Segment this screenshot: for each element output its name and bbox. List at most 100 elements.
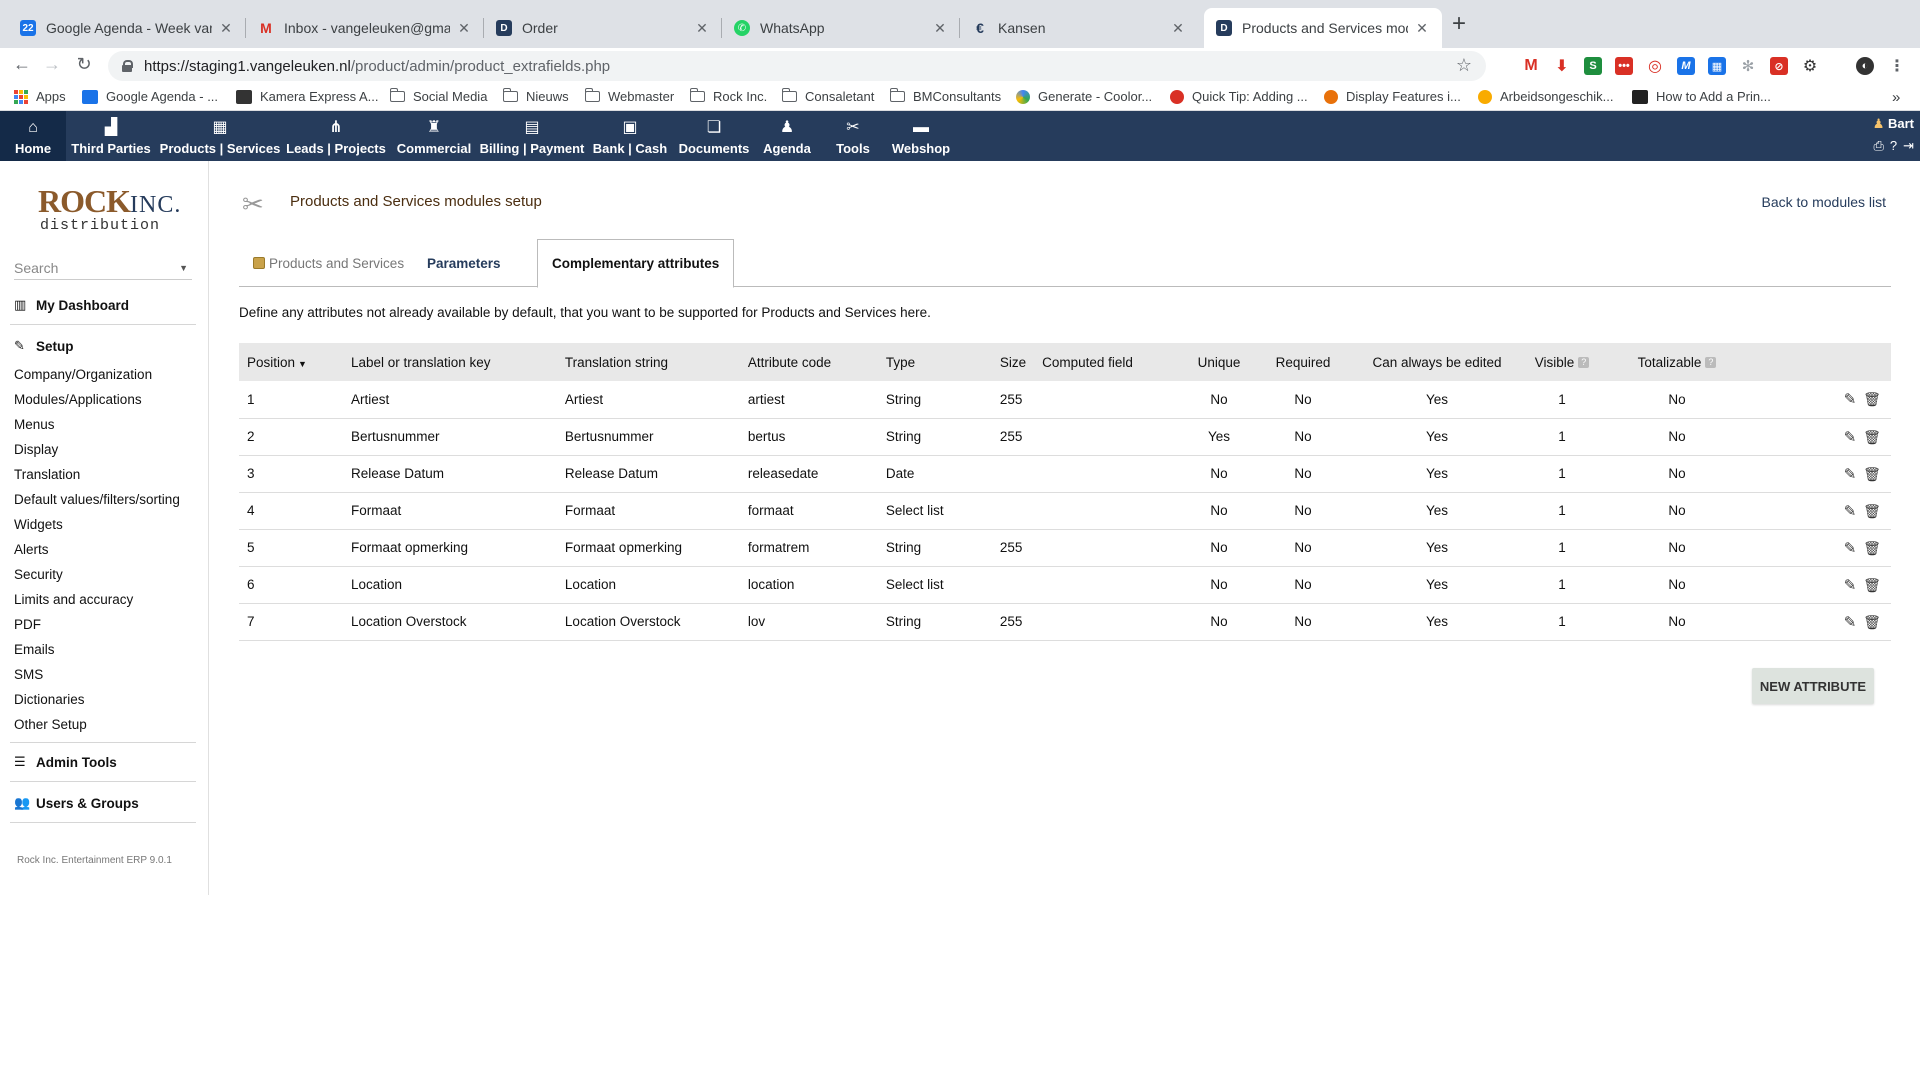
sidebar-item-menus[interactable]: Menus bbox=[14, 417, 55, 432]
close-icon[interactable]: ✕ bbox=[694, 20, 710, 37]
sidebar-item-display[interactable]: Display bbox=[14, 442, 58, 457]
bookmark-rock-inc[interactable]: Rock Inc. bbox=[690, 88, 767, 104]
sidebar-item-dictionaries[interactable]: Dictionaries bbox=[14, 692, 85, 707]
trash-delete-icon[interactable]: 🗑 bbox=[1861, 466, 1883, 483]
bookmark-social-media[interactable]: Social Media bbox=[390, 88, 487, 104]
back-arrow-icon[interactable]: ← bbox=[10, 54, 34, 75]
trash-delete-icon[interactable]: 🗑 bbox=[1861, 391, 1883, 408]
menu-agenda[interactable]: ♟ Agenda bbox=[758, 111, 816, 161]
bookmark-google-agenda[interactable]: Google Agenda - ... bbox=[82, 89, 218, 104]
menu-webshop[interactable]: ▬ Webshop bbox=[888, 111, 954, 161]
tab-parameters[interactable]: Parameters bbox=[413, 239, 515, 287]
sidebar-item-sms[interactable]: SMS bbox=[14, 667, 43, 682]
close-icon[interactable]: ✕ bbox=[456, 20, 472, 37]
sidebar-item-pdf[interactable]: PDF bbox=[14, 617, 41, 632]
browser-tab-google-agenda[interactable]: 22 Google Agenda - Week van 18 ✕ bbox=[8, 8, 246, 48]
menu-documents[interactable]: ❏ Documents bbox=[676, 111, 752, 161]
bookmarks-overflow-button[interactable]: » bbox=[1892, 89, 1900, 106]
trash-delete-icon[interactable]: 🗑 bbox=[1861, 540, 1883, 557]
bookmark-webmaster[interactable]: Webmaster bbox=[585, 88, 674, 104]
gear-extension-icon[interactable]: ⚙ bbox=[1801, 57, 1819, 75]
browser-menu-icon[interactable]: ⋮ bbox=[1888, 57, 1906, 75]
download-extension-icon[interactable]: ⬇ bbox=[1553, 57, 1571, 75]
browser-tab-inbox[interactable]: M Inbox - vangeleuken@gmail.co ✕ bbox=[246, 8, 484, 48]
menu-home[interactable]: ⌂ Home bbox=[0, 111, 66, 161]
tab-products-services[interactable]: Products and Services bbox=[239, 239, 418, 287]
bookmark-apps[interactable]: Apps bbox=[14, 89, 66, 104]
bookmark-how-to-add[interactable]: How to Add a Prin... bbox=[1632, 89, 1771, 104]
tab-complementary-attributes[interactable]: Complementary attributes bbox=[537, 239, 735, 288]
pencil-edit-icon[interactable]: ✎ bbox=[1839, 502, 1861, 520]
trash-delete-icon[interactable]: 🗑 bbox=[1861, 577, 1883, 594]
bookmark-bmconsultants[interactable]: BMConsultants bbox=[890, 88, 1001, 104]
bookmark-quick-tip[interactable]: Quick Tip: Adding ... bbox=[1170, 89, 1308, 104]
gmail-extension-icon[interactable]: M bbox=[1522, 57, 1540, 75]
sidebar-item-emails[interactable]: Emails bbox=[14, 642, 55, 657]
bookmark-kamera-express[interactable]: Kamera Express A... bbox=[236, 89, 379, 104]
pencil-edit-icon[interactable]: ✎ bbox=[1839, 428, 1861, 446]
back-to-modules-link[interactable]: Back to modules list bbox=[1762, 194, 1887, 210]
sidebar-item-security[interactable]: Security bbox=[14, 567, 63, 582]
calendar-extension-icon[interactable]: ▦ bbox=[1708, 57, 1726, 75]
browser-tab-whatsapp[interactable]: ✆ WhatsApp ✕ bbox=[722, 8, 960, 48]
pencil-edit-icon[interactable]: ✎ bbox=[1839, 539, 1861, 557]
help-icon[interactable]: ? bbox=[1890, 138, 1897, 154]
sidebar-users-groups[interactable]: 👥 Users & Groups bbox=[14, 795, 139, 811]
col-editable[interactable]: Can always be edited bbox=[1352, 343, 1523, 381]
sidebar-item-company[interactable]: Company/Organization bbox=[14, 367, 152, 382]
col-label[interactable]: Label or translation key bbox=[342, 343, 557, 381]
bookmark-consaletant[interactable]: Consaletant bbox=[782, 88, 874, 104]
company-logo[interactable]: ROCKINC. distribution bbox=[38, 185, 180, 233]
s-extension-icon[interactable]: S bbox=[1584, 57, 1602, 75]
trash-delete-icon[interactable]: 🗑 bbox=[1861, 503, 1883, 520]
pencil-edit-icon[interactable]: ✎ bbox=[1839, 613, 1861, 631]
col-unique[interactable]: Unique bbox=[1184, 343, 1255, 381]
logout-icon[interactable]: ⇥ bbox=[1903, 138, 1914, 154]
lifebuoy-extension-icon[interactable]: ◎ bbox=[1646, 57, 1664, 75]
browser-tab-products-services[interactable]: D Products and Services module ✕ bbox=[1204, 8, 1442, 48]
reload-icon[interactable]: ↻ bbox=[72, 54, 96, 75]
menu-products-services[interactable]: ▦ Products | Services bbox=[160, 111, 281, 161]
forward-arrow-icon[interactable]: → bbox=[40, 54, 64, 75]
col-totalizable[interactable]: Totalizable? bbox=[1602, 343, 1752, 381]
lastpass-extension-icon[interactable]: ••• bbox=[1615, 57, 1633, 75]
snowflake-extension-icon[interactable]: ✻ bbox=[1739, 57, 1757, 75]
bookmark-arbeid[interactable]: Arbeidsongeschik... bbox=[1478, 89, 1613, 104]
user-menu[interactable]: ♟ Bart bbox=[1873, 116, 1914, 132]
new-tab-button[interactable]: + bbox=[1452, 10, 1466, 38]
sidebar-admin-tools[interactable]: ☰ Admin Tools bbox=[14, 754, 117, 770]
sidebar-item-modules[interactable]: Modules/Applications bbox=[14, 392, 142, 407]
sidebar-item-translation[interactable]: Translation bbox=[14, 467, 80, 482]
menu-commercial[interactable]: ♜ Commercial bbox=[394, 111, 474, 161]
menu-leads-projects[interactable]: ⋔ Leads | Projects bbox=[286, 111, 386, 161]
close-icon[interactable]: ✕ bbox=[932, 20, 948, 37]
url-field[interactable]: https://staging1.vangeleuken.nl/product/… bbox=[108, 51, 1486, 81]
menu-billing-payment[interactable]: ▤ Billing | Payment bbox=[480, 111, 585, 161]
pencil-edit-icon[interactable]: ✎ bbox=[1839, 576, 1861, 594]
m-extension-icon[interactable]: M bbox=[1677, 57, 1695, 75]
sidebar-item-widgets[interactable]: Widgets bbox=[14, 517, 63, 532]
browser-tab-order[interactable]: D Order ✕ bbox=[484, 8, 722, 48]
search-select[interactable]: Search ▼ bbox=[14, 256, 192, 280]
col-required[interactable]: Required bbox=[1254, 343, 1353, 381]
pencil-edit-icon[interactable]: ✎ bbox=[1839, 465, 1861, 483]
col-type[interactable]: Type bbox=[877, 343, 992, 381]
trash-delete-icon[interactable]: 🗑 bbox=[1861, 614, 1883, 631]
close-icon[interactable]: ✕ bbox=[218, 20, 234, 37]
adblock-extension-icon[interactable]: ⊘ bbox=[1770, 57, 1788, 75]
col-position[interactable]: Position ▼ bbox=[239, 343, 343, 381]
pencil-edit-icon[interactable]: ✎ bbox=[1839, 390, 1861, 408]
menu-bank-cash[interactable]: ▣ Bank | Cash bbox=[590, 111, 670, 161]
sidebar-item-limits[interactable]: Limits and accuracy bbox=[14, 592, 133, 607]
close-icon[interactable]: ✕ bbox=[1170, 20, 1186, 37]
sidebar-item-alerts[interactable]: Alerts bbox=[14, 542, 49, 557]
print-icon[interactable]: ⎙ bbox=[1873, 138, 1883, 154]
bookmark-nieuws[interactable]: Nieuws bbox=[503, 88, 569, 104]
col-size[interactable]: Size bbox=[991, 343, 1035, 381]
bookmark-coolors[interactable]: Generate - Coolor... bbox=[1016, 89, 1152, 104]
bookmark-star-icon[interactable]: ☆ bbox=[1456, 55, 1472, 76]
new-attribute-button[interactable]: NEW ATTRIBUTE bbox=[1752, 668, 1874, 704]
sidebar-my-dashboard[interactable]: ▥ My Dashboard bbox=[14, 297, 129, 313]
trash-delete-icon[interactable]: 🗑 bbox=[1861, 429, 1883, 446]
menu-third-parties[interactable]: ▟ Third Parties bbox=[68, 111, 154, 161]
